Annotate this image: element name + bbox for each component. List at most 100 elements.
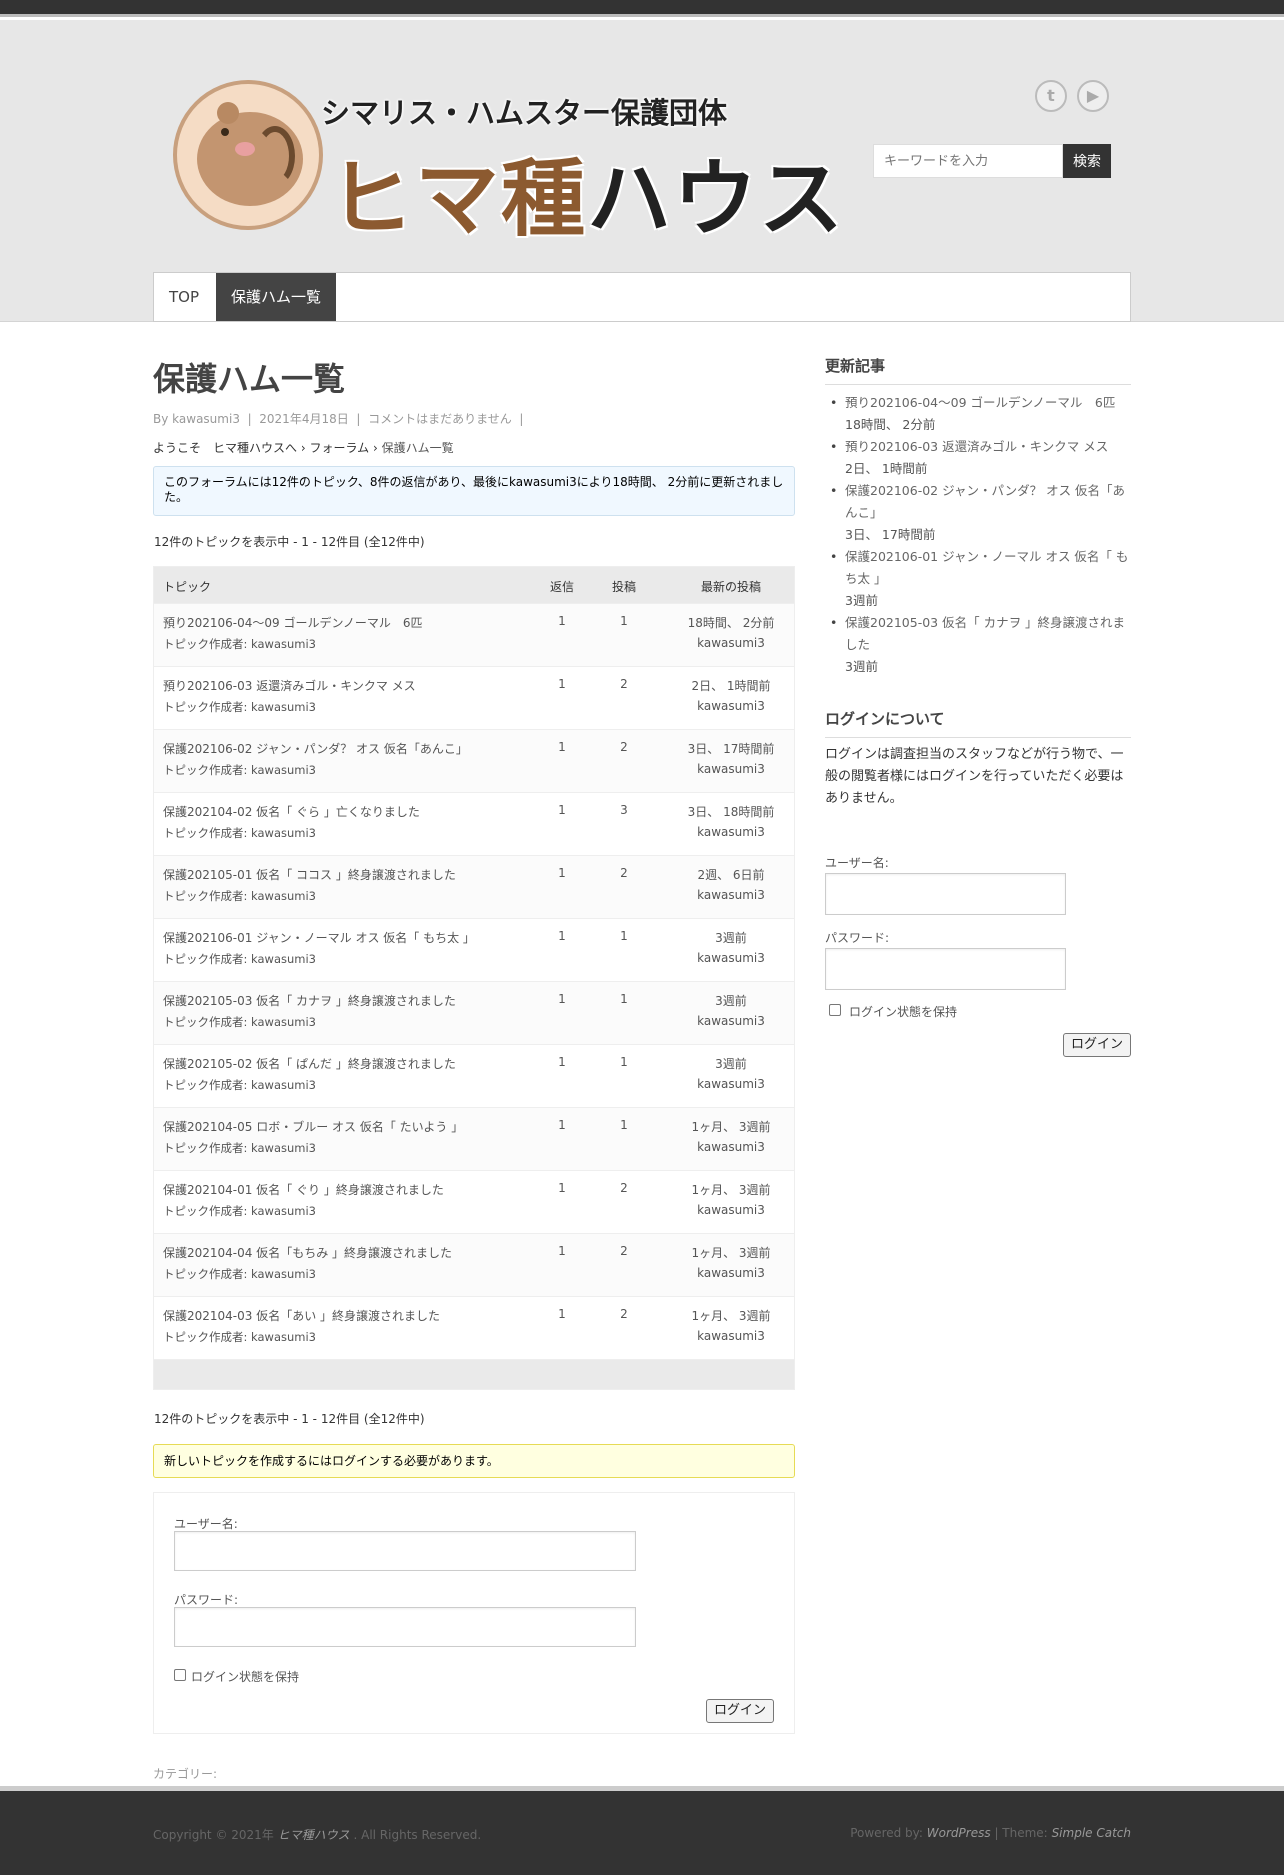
post-date[interactable]: 2021年4月18日 [259, 412, 348, 426]
topic-title-link[interactable]: 預り202106-03 返還済みゴル・キンクマ メス [163, 677, 416, 694]
remember-checkbox[interactable] [174, 1669, 186, 1681]
recent-post-date: 2日、 1時間前 [845, 461, 928, 476]
recent-post-link[interactable]: 預り202106-04～09 ゴールデンノーマル 6匹 [845, 395, 1115, 410]
topic-replies: 1 [558, 677, 566, 691]
topic-author: トピック作成者: kawasumi3 [163, 1204, 316, 1218]
recent-post-date: 18時間、 2分前 [845, 417, 936, 432]
topic-replies: 1 [558, 1307, 566, 1321]
table-row: 保護202104-04 仮名「もちみ 」終身譲渡されました トピック作成者: ka… [154, 1233, 794, 1296]
topic-freshness-author[interactable]: kawasumi3 [649, 1203, 813, 1217]
author-link[interactable]: kawasumi3 [172, 412, 240, 426]
table-row: 保護202105-03 仮名「 カナヲ 」終身譲渡されました トピック作成者: k… [154, 981, 794, 1044]
topic-freshness-link[interactable]: 1ヶ月、 3週前 [649, 1181, 813, 1198]
recent-post-item: 保護202105-03 仮名「 カナヲ 」終身譲渡されました 3週前 [825, 612, 1131, 678]
comments-link[interactable]: コメントはまだありません [368, 412, 512, 426]
topic-replies: 1 [558, 992, 566, 1006]
login-required-notice: 新しいトピックを作成するにはログインする必要があります。 [153, 1444, 795, 1478]
recent-post-link[interactable]: 保護202106-02 ジャン・パンダ？ オス 仮名「あんこ」 [845, 483, 1125, 520]
topic-title-link[interactable]: 保護202104-04 仮名「もちみ 」終身譲渡されました [163, 1244, 452, 1261]
topic-freshness-link[interactable]: 3週前 [649, 929, 813, 946]
sidebar-password-field[interactable] [825, 948, 1066, 990]
topic-posts: 2 [620, 866, 628, 880]
topic-title-link[interactable]: 保護202104-01 仮名「 ぐり 」終身譲渡されました [163, 1181, 444, 1198]
topic-title-link[interactable]: 保護202105-03 仮名「 カナヲ 」終身譲渡されました [163, 992, 456, 1009]
recent-post-link[interactable]: 保護202105-03 仮名「 カナヲ 」終身譲渡されました [845, 615, 1125, 652]
twitter-icon[interactable]: t [1035, 80, 1067, 112]
topic-freshness-link[interactable]: 3週前 [649, 992, 813, 1009]
topic-freshness-author[interactable]: kawasumi3 [649, 1266, 813, 1280]
sidebar-username-field[interactable] [825, 873, 1066, 915]
search-input[interactable] [873, 144, 1063, 178]
remember-label: ログイン状態を保持 [191, 1670, 300, 1684]
login-button[interactable]: ログイン [706, 1699, 774, 1723]
topic-freshness-author[interactable]: kawasumi3 [649, 888, 813, 902]
table-row: 預り202106-03 返還済みゴル・キンクマ メス トピック作成者: kawas… [154, 666, 794, 729]
table-row: 保護202104-03 仮名「あい 」終身譲渡されました トピック作成者: kaw… [154, 1296, 794, 1359]
topic-freshness-link[interactable]: 1ヶ月、 3週前 [649, 1307, 813, 1324]
sidebar-login-button[interactable]: ログイン [1063, 1033, 1131, 1057]
topic-replies: 1 [558, 929, 566, 943]
topic-author: トピック作成者: kawasumi3 [163, 763, 316, 777]
table-row: 保護202104-01 仮名「 ぐり 」終身譲渡されました トピック作成者: ka… [154, 1170, 794, 1233]
main-nav: TOP 保護ハム一覧 [153, 272, 1131, 322]
topic-freshness-author[interactable]: kawasumi3 [649, 1140, 813, 1154]
topic-title-link[interactable]: 保護202106-01 ジャン・ノーマル オス 仮名「 もち太 」 [163, 929, 475, 946]
nav-item-hamster-list[interactable]: 保護ハム一覧 [216, 273, 337, 321]
topic-title-link[interactable]: 保護202106-02 ジャン・パンダ？ オス 仮名「あんこ」 [163, 740, 468, 757]
nav-item-top[interactable]: TOP [154, 273, 214, 321]
top-bar [0, 0, 1284, 17]
topic-author: トピック作成者: kawasumi3 [163, 1330, 316, 1344]
topic-posts: 2 [620, 740, 628, 754]
recent-post-link[interactable]: 預り202106-03 返還済みゴル・キンクマ メス [845, 439, 1108, 454]
theme-link[interactable]: Simple Catch [1052, 1826, 1131, 1840]
topic-freshness-author[interactable]: kawasumi3 [649, 1077, 813, 1091]
topic-posts: 1 [620, 614, 628, 628]
topic-freshness-link[interactable]: 2日、 1時間前 [649, 677, 813, 694]
breadcrumb-forum[interactable]: フォーラム [309, 441, 369, 455]
topic-posts: 1 [620, 929, 628, 943]
topic-freshness-link[interactable]: 3日、 18時間前 [649, 803, 813, 820]
header-topic: トピック [163, 580, 212, 594]
password-field[interactable] [174, 1607, 636, 1647]
sidebar-remember-checkbox[interactable] [829, 1004, 841, 1016]
topic-freshness-author[interactable]: kawasumi3 [649, 1014, 813, 1028]
topic-title-link[interactable]: 保護202104-05 ロボ・ブルー オス 仮名「 たいよう 」 [163, 1118, 463, 1135]
topic-freshness-author[interactable]: kawasumi3 [649, 699, 813, 713]
topic-author: トピック作成者: kawasumi3 [163, 1078, 316, 1092]
recent-post-item: 預り202106-03 返還済みゴル・キンクマ メス 2日、 1時間前 [825, 436, 1131, 480]
wordpress-link[interactable]: WordPress [927, 1826, 991, 1840]
topic-freshness-author[interactable]: kawasumi3 [649, 825, 813, 839]
logo-subtitle: シマリス・ハムスター保護団体 [321, 96, 728, 130]
topic-freshness-link[interactable]: 2週、 6日前 [649, 866, 813, 883]
topic-freshness-link[interactable]: 1ヶ月、 3週前 [649, 1244, 813, 1261]
username-field[interactable] [174, 1531, 636, 1571]
topic-title-link[interactable]: 保護202105-02 仮名「 ぱんだ 」終身譲渡されました [163, 1055, 456, 1072]
site-logo[interactable]: シマリス・ハムスター保護団体 ヒマ種ハウス [173, 80, 843, 248]
topic-freshness-link[interactable]: 3週前 [649, 1055, 813, 1072]
topic-freshness-author[interactable]: kawasumi3 [649, 762, 813, 776]
recent-post-date: 3週前 [845, 659, 878, 674]
topic-title-link[interactable]: 保護202105-01 仮名「 ココス 」終身譲渡されました [163, 866, 456, 883]
search-button[interactable]: 検索 [1063, 144, 1111, 178]
youtube-icon[interactable]: ▶ [1077, 80, 1109, 112]
topic-freshness-author[interactable]: kawasumi3 [649, 1329, 813, 1343]
header-freshness: 最新の投稿 [700, 580, 761, 594]
footer-site-link[interactable]: ヒマ種ハウス [278, 1828, 350, 1842]
topic-author: トピック作成者: kawasumi3 [163, 1015, 316, 1029]
recent-post-date: 3週前 [845, 593, 878, 608]
topic-freshness-author[interactable]: kawasumi3 [649, 951, 813, 965]
table-row: 保護202105-02 仮名「 ぱんだ 」終身譲渡されました トピック作成者: k… [154, 1044, 794, 1107]
breadcrumb-home[interactable]: ようこそ ヒマ種ハウスへ [153, 441, 297, 455]
header-posts: 投稿 [611, 580, 636, 594]
about-login-text: ログインは調査担当のスタッフなどが行う物で、一般の閲覧者様にはログインを行ってい… [825, 747, 1124, 806]
topic-freshness-author[interactable]: kawasumi3 [649, 636, 813, 650]
topic-title-link[interactable]: 保護202104-03 仮名「あい 」終身譲渡されました [163, 1307, 440, 1324]
topic-title-link[interactable]: 保護202104-02 仮名「 ぐら 」亡くなりました [163, 803, 420, 820]
topic-freshness-link[interactable]: 18時間、 2分前 [649, 614, 813, 631]
topic-freshness-link[interactable]: 3日、 17時間前 [649, 740, 813, 757]
chipmunk-emblem-icon [173, 80, 323, 230]
topic-freshness-link[interactable]: 1ヶ月、 3週前 [649, 1118, 813, 1135]
topic-title-link[interactable]: 預り202106-04～09 ゴールデンノーマル 6匹 [163, 614, 423, 631]
topic-author: トピック作成者: kawasumi3 [163, 1141, 316, 1155]
recent-post-link[interactable]: 保護202106-01 ジャン・ノーマル オス 仮名「 もち太 」 [845, 549, 1128, 586]
